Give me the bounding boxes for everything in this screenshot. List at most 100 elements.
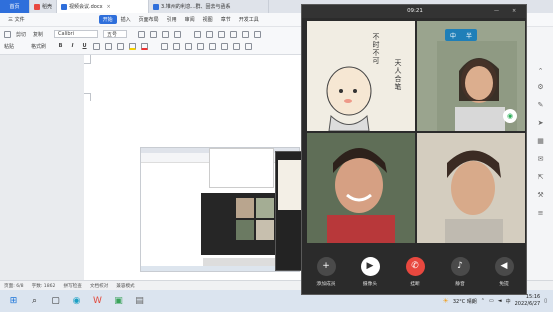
search-icon[interactable]: ⌕ — [27, 294, 42, 309]
video-tile-participant-3[interactable] — [417, 133, 525, 243]
shading-icon[interactable] — [233, 42, 241, 50]
sort-icon[interactable] — [242, 30, 250, 38]
table-icon[interactable]: ▦ — [536, 137, 545, 146]
hang-up-label: 挂断 — [410, 282, 420, 287]
sliders-icon[interactable]: ≡ — [536, 209, 545, 218]
volume-icon[interactable]: ◄ — [498, 298, 502, 304]
wps-taskbar-icon[interactable]: W — [90, 294, 105, 309]
minimize-icon[interactable]: — — [494, 8, 499, 14]
show-marks-icon[interactable] — [254, 30, 262, 38]
menu-references[interactable]: 引用 — [163, 15, 181, 24]
task-view-icon[interactable]: ▢ — [48, 294, 63, 309]
outdent-icon[interactable] — [218, 30, 226, 38]
tab-label: 视频会议.docx — [69, 4, 103, 10]
margin-mark — [90, 55, 91, 63]
windows-start-icon[interactable]: ⊞ — [6, 294, 21, 309]
margin-mark — [90, 93, 91, 101]
paste-button[interactable]: 粘贴 — [4, 43, 14, 50]
word-count[interactable]: 字数: 1862 — [32, 283, 56, 289]
menu-insert[interactable]: 插入 — [117, 15, 135, 24]
distribute-icon[interactable] — [209, 42, 217, 50]
share-icon[interactable]: ⇱ — [536, 173, 545, 182]
bullets-icon[interactable] — [194, 30, 202, 38]
app-taskbar-icon[interactable]: ▤ — [132, 294, 147, 309]
mail-icon[interactable]: ✉ — [536, 155, 545, 164]
menu-view[interactable]: 视图 — [199, 15, 217, 24]
indent-icon[interactable] — [230, 30, 238, 38]
border-icon[interactable] — [245, 42, 253, 50]
calligraphy-text: 天人合笔 — [394, 59, 402, 91]
menu-page-layout[interactable]: 页面布局 — [135, 15, 163, 24]
weather-icon[interactable]: ☀ — [443, 297, 449, 305]
clock-time: 15:16 — [525, 294, 541, 300]
close-icon[interactable]: × — [107, 4, 111, 10]
weather-text[interactable]: 32°C 晴朗 — [453, 298, 477, 305]
font-family-value: Calibri — [58, 31, 74, 37]
underline-button[interactable]: U — [81, 43, 88, 49]
superscript-icon[interactable] — [105, 42, 113, 50]
menu-home[interactable]: 开始 — [98, 15, 117, 24]
tray-expand-icon[interactable]: ⌃ — [481, 298, 485, 304]
menu-review[interactable]: 审阅 — [181, 15, 199, 24]
clock[interactable]: 15:16 2022/6/27 — [515, 294, 541, 308]
chevron-up-icon[interactable]: ⌃ — [536, 67, 545, 76]
ime-indicator[interactable]: 中 — [506, 298, 511, 305]
format-painter-button[interactable]: 格式刷 — [31, 43, 46, 50]
menu-file[interactable]: 三 文件 — [4, 15, 29, 24]
hang-up-icon: ✆ — [405, 257, 425, 276]
doc-check-toggle[interactable]: 文档校对 — [90, 283, 108, 289]
tab-home[interactable]: 首页 — [0, 0, 30, 13]
cut-button[interactable]: 剪切 — [16, 31, 26, 38]
justify-icon[interactable] — [197, 42, 205, 50]
font-size-select[interactable]: 五号 — [103, 30, 128, 38]
speaker-button[interactable]: ◀ 免提 — [484, 257, 524, 287]
tab-document-2[interactable]: 3.堆州的利息...群、固去与函系 — [149, 0, 270, 13]
line-spacing-icon[interactable] — [221, 42, 229, 50]
tab-docer[interactable]: 稻壳 — [30, 0, 58, 13]
bold-button[interactable]: B — [57, 43, 64, 49]
paste-icon[interactable] — [4, 30, 11, 38]
numbering-icon[interactable] — [206, 30, 214, 38]
font-color-icon[interactable] — [141, 42, 149, 50]
highlight-icon[interactable] — [129, 42, 137, 50]
embedded-video-tile — [256, 198, 274, 218]
video-tile-cartoon[interactable]: 不时不可 天人合笔 — [307, 21, 415, 131]
tab-document[interactable]: 视频会议.docx × — [57, 0, 150, 13]
edge-browser-icon[interactable]: ◉ — [69, 294, 84, 309]
mute-button[interactable]: ♪ 静音 — [440, 257, 480, 287]
word-doc-icon — [153, 3, 160, 10]
menu-section[interactable]: 章节 — [217, 15, 235, 24]
menu-developer[interactable]: 开发工具 — [235, 15, 263, 24]
network-icon[interactable]: ▭ — [489, 298, 494, 304]
settings-icon[interactable]: ⚙ — [536, 83, 545, 92]
strikethrough-icon[interactable] — [93, 42, 101, 50]
align-right-icon[interactable] — [185, 42, 193, 50]
add-member-button[interactable]: + 添加成员 — [306, 257, 346, 287]
embedded-video-tile — [236, 198, 254, 218]
grow-font-icon[interactable] — [138, 30, 146, 38]
pen-icon[interactable]: ✎ — [536, 101, 545, 110]
hang-up-button[interactable]: ✆ 挂断 — [395, 257, 435, 287]
video-tile-participant-1[interactable]: 中 半 ◉ — [417, 21, 525, 131]
italic-button[interactable]: I — [69, 43, 76, 49]
pinyin-icon[interactable] — [174, 30, 182, 38]
wrench-icon[interactable]: ⚒ — [536, 191, 545, 200]
pointer-icon[interactable]: ➤ — [536, 119, 545, 128]
call-controls: + 添加成员 ▶ 摄像头 ✆ 挂断 ♪ 静音 ◀ 免提 — [302, 245, 526, 294]
spell-check-toggle[interactable]: 拼写检查 — [63, 283, 81, 289]
camera-button[interactable]: ▶ 摄像头 — [350, 257, 390, 287]
copy-button[interactable]: 复制 — [33, 31, 43, 38]
font-family-select[interactable]: Calibri — [54, 30, 99, 38]
clear-format-icon[interactable] — [162, 30, 170, 38]
notification-icon[interactable]: ▯ — [544, 298, 547, 304]
word-doc-icon — [61, 3, 68, 10]
close-icon[interactable]: × — [512, 8, 516, 14]
embedded-video-tile — [236, 220, 254, 240]
subscript-icon[interactable] — [117, 42, 125, 50]
page-indicator[interactable]: 页面: 6/8 — [4, 283, 24, 289]
shrink-font-icon[interactable] — [150, 30, 158, 38]
align-left-icon[interactable] — [161, 42, 169, 50]
align-center-icon[interactable] — [173, 42, 181, 50]
screen-mirror-taskbar-icon[interactable]: ▣ — [111, 294, 126, 309]
video-tile-participant-2[interactable] — [307, 133, 415, 243]
